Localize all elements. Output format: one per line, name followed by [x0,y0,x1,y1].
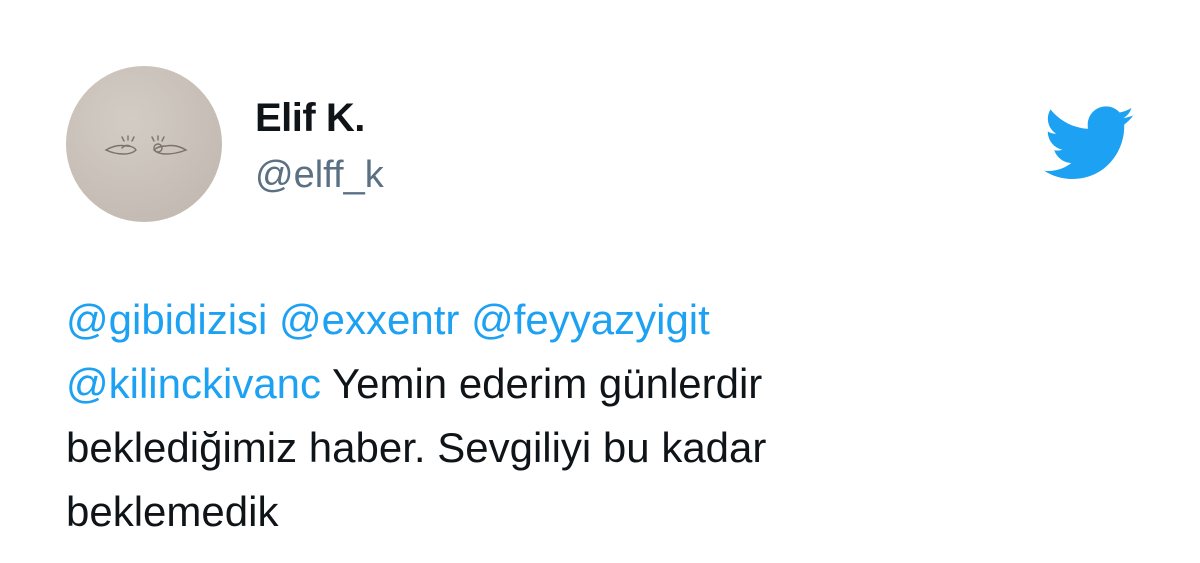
mention-link[interactable]: @gibidizisi [66,296,267,343]
tweet-body: @gibidizisi @exxentr @feyyazyigit @kilin… [66,288,1066,544]
mention-link[interactable]: @exxentr [279,296,459,343]
tweet-line-1: @gibidizisi @exxentr @feyyazyigit [66,288,1066,352]
tweet-line-3: beklediğimiz haber. Sevgiliyi bu kadar [66,424,767,471]
tweet-line-2: @kilinckivanc Yemin ederim günlerdir [66,352,1066,416]
mention-link[interactable]: @kilinckivanc [66,360,321,407]
user-handle[interactable]: @elff_k [255,153,384,197]
mention-link[interactable]: @feyyazyigit [471,296,710,343]
hands-sketch-icon [104,135,188,155]
display-name[interactable]: Elif K. [255,96,365,140]
twitter-bird-icon[interactable] [1044,106,1136,182]
avatar[interactable] [66,66,222,222]
tweet-line-4: beklemedik [66,488,279,535]
tweet-text-segment: Yemin ederim günlerdir [321,360,763,407]
